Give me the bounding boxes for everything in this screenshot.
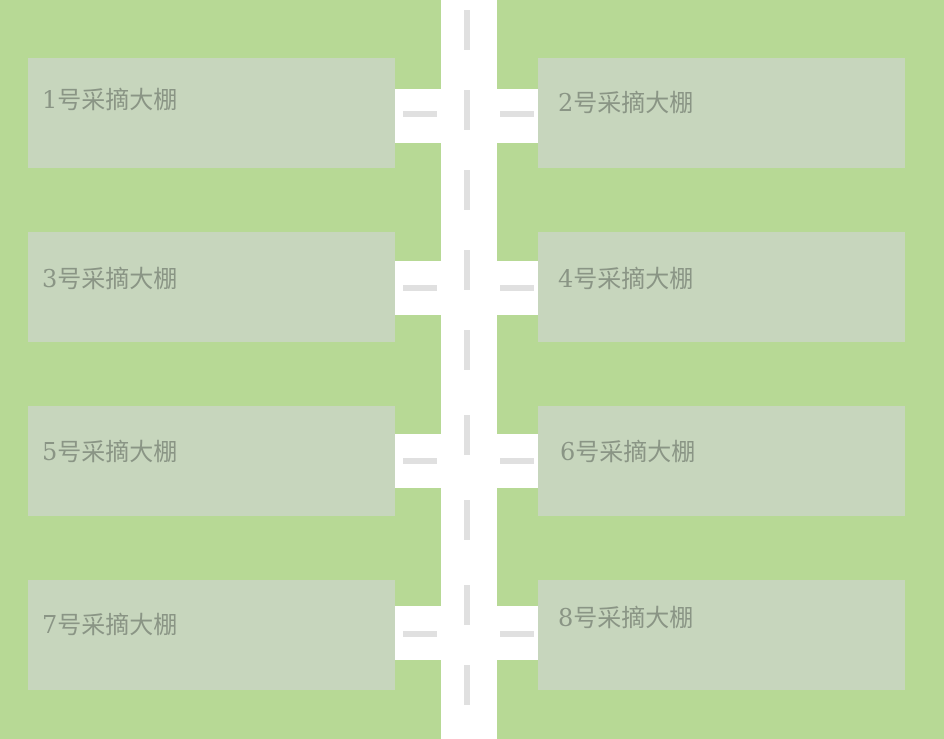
lane-marking (464, 585, 470, 625)
road-marking (500, 631, 534, 637)
farm-map: 1号采摘大棚 2号采摘大棚 3号采摘大棚 4号采摘大棚 5号采摘大棚 6号采摘大… (0, 0, 944, 739)
greenhouse-plot-2[interactable]: 2号采摘大棚 (538, 58, 905, 168)
road-marking (500, 458, 534, 464)
greenhouse-plot-1[interactable]: 1号采摘大棚 (28, 58, 395, 168)
lane-marking (464, 250, 470, 290)
road-marking (403, 111, 437, 117)
greenhouse-plot-4[interactable]: 4号采摘大棚 (538, 232, 905, 342)
lane-marking (464, 415, 470, 455)
road-marking (403, 631, 437, 637)
greenhouse-plot-7[interactable]: 7号采摘大棚 (28, 580, 395, 690)
plot-label: 5号采摘大棚 (42, 438, 178, 466)
lane-marking (464, 170, 470, 210)
greenhouse-plot-6[interactable]: 6号采摘大棚 (538, 406, 905, 516)
greenhouse-plot-8[interactable]: 8号采摘大棚 (538, 580, 905, 690)
plot-label: 8号采摘大棚 (558, 604, 694, 632)
lane-marking (464, 500, 470, 540)
lane-marking (464, 330, 470, 370)
plot-label: 4号采摘大棚 (558, 265, 694, 293)
lane-marking (464, 665, 470, 705)
road-marking (403, 285, 437, 291)
road-marking (403, 458, 437, 464)
plot-label: 7号采摘大棚 (42, 611, 178, 639)
greenhouse-plot-3[interactable]: 3号采摘大棚 (28, 232, 395, 342)
road-marking (500, 285, 534, 291)
lane-marking (464, 90, 470, 130)
plot-label: 6号采摘大棚 (560, 438, 696, 466)
road-marking (500, 111, 534, 117)
plot-label: 3号采摘大棚 (42, 265, 178, 293)
lane-marking (464, 10, 470, 50)
plot-label: 2号采摘大棚 (558, 89, 694, 117)
plot-label: 1号采摘大棚 (42, 86, 178, 114)
greenhouse-plot-5[interactable]: 5号采摘大棚 (28, 406, 395, 516)
